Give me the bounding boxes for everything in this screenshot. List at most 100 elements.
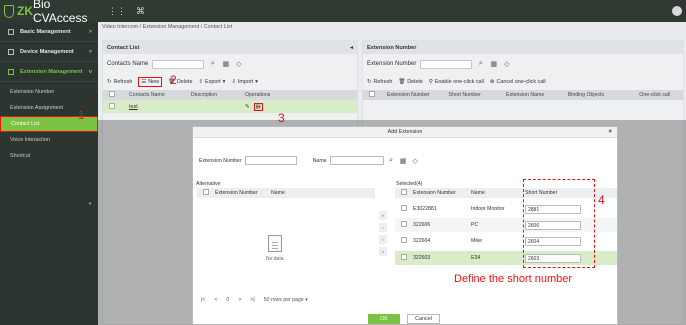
dialog-extension-number-input[interactable] <box>244 156 297 165</box>
alternative-select-all-checkbox[interactable] <box>203 189 209 195</box>
select-all-checkbox[interactable] <box>109 91 115 97</box>
last-page-button[interactable]: >| <box>250 297 254 303</box>
dashboard-icon[interactable]: ⌘ <box>136 6 145 17</box>
column-extension-number: Extension Number <box>215 190 258 196</box>
row-name: Mike <box>471 238 482 244</box>
annotation-number-2: 2 <box>170 73 177 87</box>
delete-button[interactable]: 🗑 Delete <box>398 79 422 85</box>
search-icon[interactable]: ⌕ <box>387 156 396 165</box>
export-label: Export <box>205 79 221 85</box>
panel-title: Contact List <box>107 44 140 51</box>
select-all-checkbox[interactable] <box>369 91 375 97</box>
annotation-number-4: 4 <box>598 193 605 207</box>
advanced-search-icon[interactable]: ▦ <box>221 60 230 69</box>
transfer-buttons: » › ‹ « <box>379 211 387 256</box>
prev-page-button[interactable]: < <box>214 297 217 303</box>
column-short-number: Short Number <box>448 92 481 98</box>
extension-number-header: Extension Number <box>363 41 683 54</box>
refresh-button[interactable]: ↻ Refresh <box>107 79 132 85</box>
row-name: Indoor Monitor <box>471 206 505 212</box>
ok-button[interactable]: OK <box>368 314 400 324</box>
move-left-button[interactable]: ‹ <box>379 235 387 244</box>
extension-number-label: Extension Number <box>199 157 242 164</box>
apps-grid-icon[interactable]: ⋮⋮ <box>108 6 126 17</box>
contact-toolbar: ↻ Refresh ☰ New 🗑 Delete ⇪ Export ▾ ⇩ Im… <box>103 74 357 90</box>
contact-name-link[interactable]: test <box>119 104 245 110</box>
table-row[interactable]: test ✎ ▤ <box>103 100 357 113</box>
collapse-arrow-icon[interactable]: ◂ <box>350 45 353 51</box>
close-icon[interactable]: × <box>608 127 612 138</box>
panel-title: Extension Number <box>367 44 417 51</box>
new-button[interactable]: ☰ New <box>138 77 163 87</box>
refresh-label: Refresh <box>113 79 133 85</box>
move-all-right-button[interactable]: » <box>379 211 387 220</box>
move-right-button[interactable]: › <box>379 223 387 232</box>
export-button[interactable]: ⇪ Export ▾ <box>199 79 226 85</box>
add-extension-dialog: Add Extension × Extension Number Name ⌕ … <box>192 126 618 325</box>
row-checkbox[interactable] <box>401 221 407 227</box>
breadcrumb: Video Intercom / Extension Management / … <box>102 24 233 30</box>
contact-table-header: Contacts Name Description Operations <box>103 90 357 100</box>
clear-icon[interactable]: ◇ <box>502 60 511 69</box>
user-avatar[interactable] <box>672 6 682 16</box>
chevron-down-icon: v <box>88 68 92 75</box>
column-one-click-call: One-click call <box>639 92 671 98</box>
sidebar-item-shortcut[interactable]: Shortcut <box>0 148 98 164</box>
dialog-name-input[interactable] <box>329 156 384 165</box>
advanced-search-icon[interactable]: ▦ <box>489 60 498 69</box>
annotation-number-1: 1 <box>78 108 85 122</box>
dialog-title: Add Extension × <box>193 127 617 138</box>
short-number-highlight-box <box>523 179 595 268</box>
refresh-label: Refresh <box>373 79 393 85</box>
dialog-search-row: Extension Number Name ⌕ ▦ ◇ <box>199 156 420 165</box>
sidebar-group-extension-management[interactable]: Extension Management v <box>0 62 98 82</box>
no-data-placeholder: No data <box>266 235 284 262</box>
sidebar-item-voice-interaction[interactable]: Voice Interaction <box>0 132 98 148</box>
enable-one-click-call-button[interactable]: ⚲ Enable one-click call <box>429 79 484 85</box>
column-binding-objects: Binding Objects <box>567 92 605 98</box>
row-name: E34 <box>471 255 481 261</box>
sidebar-group-basic-management[interactable]: Basic Management > <box>0 22 98 42</box>
row-checkbox[interactable] <box>401 254 407 260</box>
move-all-left-button[interactable]: « <box>379 247 387 256</box>
extension-search-row: Extension Number ⌕ ▦ ◇ <box>363 54 683 74</box>
next-page-button[interactable]: > <box>238 297 241 303</box>
logo-shield-icon <box>4 4 15 18</box>
chevron-right-icon: > <box>88 48 92 55</box>
new-label: New <box>148 79 160 85</box>
column-extension-number: Extension Number <box>413 190 456 196</box>
clear-icon[interactable]: ◇ <box>411 156 420 165</box>
row-checkbox[interactable] <box>401 205 407 211</box>
sidebar-group-label: Device Management <box>20 48 74 55</box>
clear-icon[interactable]: ◇ <box>234 60 243 69</box>
refresh-button[interactable]: ↻ Refresh <box>367 79 392 85</box>
search-icon[interactable]: ⌕ <box>208 60 217 69</box>
row-checkbox[interactable] <box>401 237 407 243</box>
basic-management-icon <box>8 28 14 35</box>
page-number[interactable]: 0 <box>226 297 229 303</box>
edit-icon[interactable]: ✎ <box>245 104 250 110</box>
selected-select-all-checkbox[interactable] <box>401 189 407 195</box>
pagination: |< < 0 > >| 50 rows per page ▾ <box>201 297 308 303</box>
sidebar-item-extension-number[interactable]: Extension Number <box>0 84 98 100</box>
first-page-button[interactable]: |< <box>201 297 205 303</box>
cancel-one-click-call-button[interactable]: ⊗ Cancel one-click call <box>490 79 546 85</box>
contact-list-header: Contact List ◂ <box>103 41 357 54</box>
sidebar-group-device-management[interactable]: Device Management > <box>0 42 98 62</box>
enable-label: Enable one-click call <box>434 79 484 85</box>
column-description: Description <box>191 92 217 98</box>
search-icon[interactable]: ⌕ <box>476 60 485 69</box>
sidebar-collapse-icon[interactable]: ◂ <box>88 200 91 207</box>
alternative-table-header: Extension Number Name <box>197 188 375 198</box>
column-extension-number: Extension Number <box>386 92 430 98</box>
cancel-button[interactable]: Cancel <box>407 314 440 324</box>
rows-per-page-label: 50 rows per page <box>263 297 304 303</box>
contacts-name-input[interactable] <box>152 59 205 69</box>
rows-per-page-select[interactable]: 50 rows per page ▾ <box>264 297 308 303</box>
row-checkbox[interactable] <box>109 102 115 109</box>
extension-number-input[interactable] <box>420 59 473 69</box>
advanced-search-icon[interactable]: ▦ <box>399 156 408 165</box>
import-button[interactable]: ⇩ Import ▾ <box>231 79 258 85</box>
logo-zk: ZK <box>17 4 34 18</box>
add-extension-icon[interactable]: ▤ <box>253 102 263 111</box>
